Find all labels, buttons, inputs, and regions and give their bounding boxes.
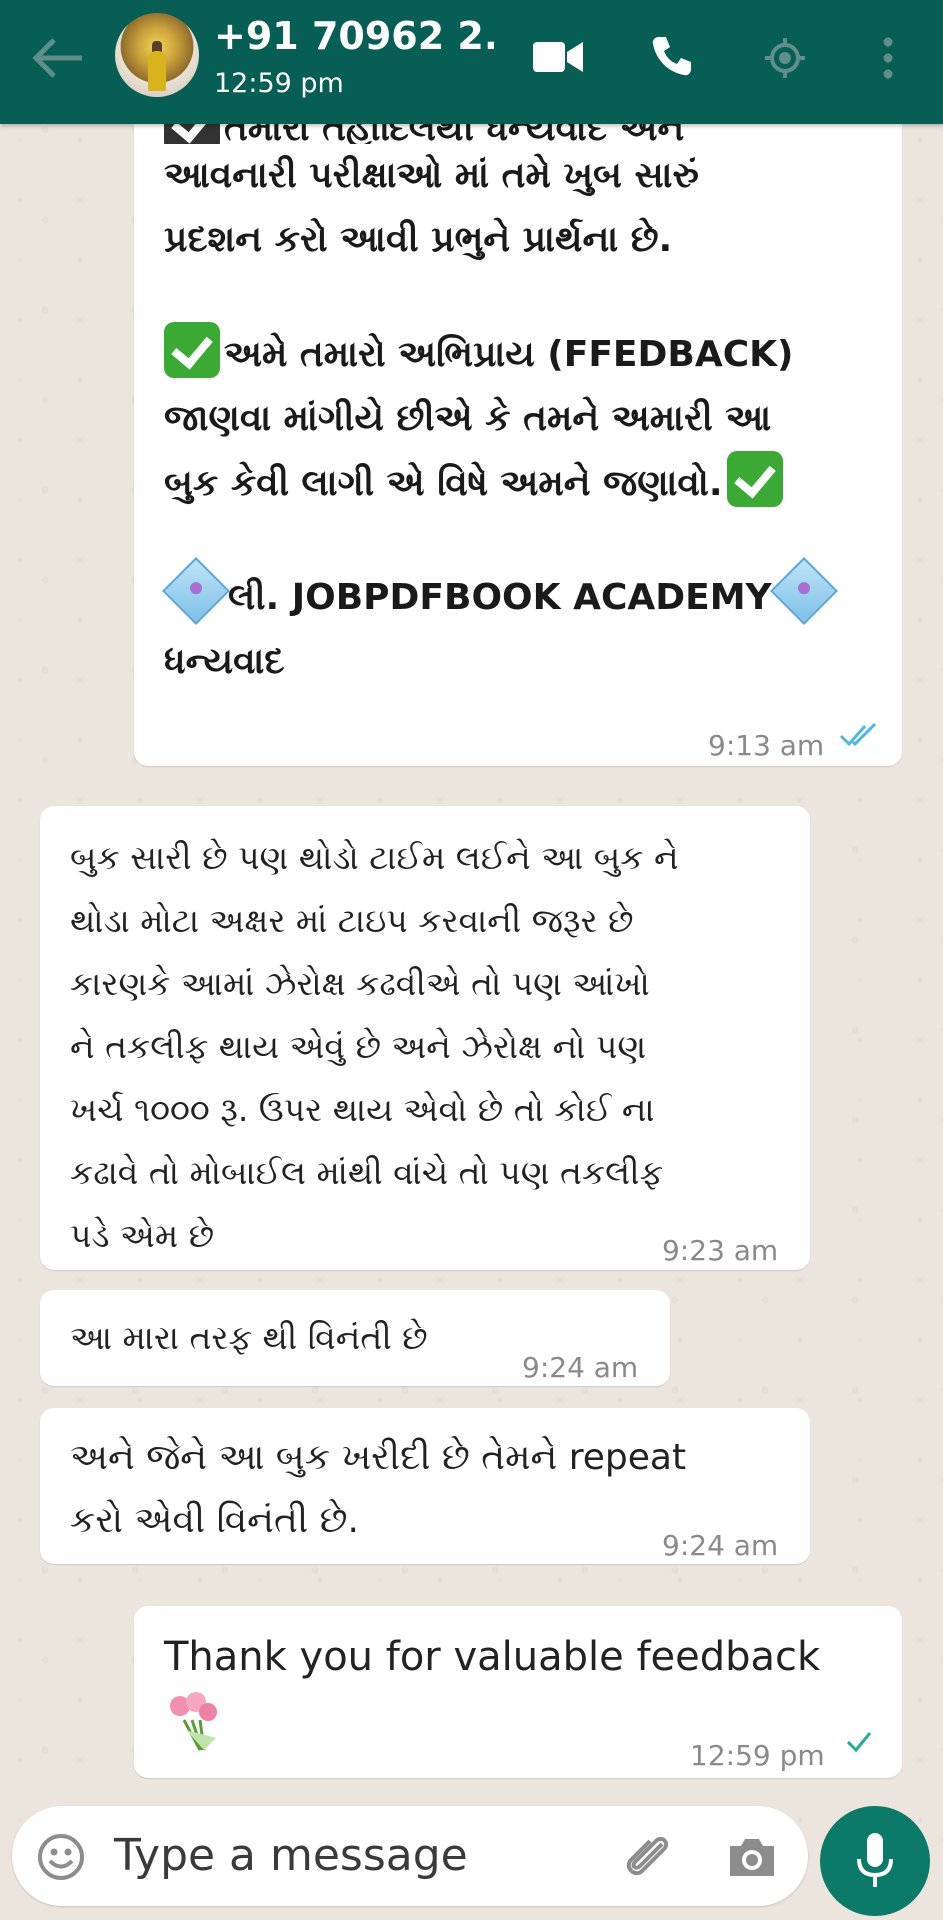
voice-call-icon[interactable] [650,34,694,78]
message-line: અમે તમારો અભિપ્રાય (FFEDBACK) [224,334,794,375]
mic-icon [857,1833,893,1887]
message-bubble-outgoing[interactable]: તમારા તહોદિલથી ધન્યવાદ અને આવનારી પરીક્ષ… [134,90,902,766]
message-time: 12:59 pm [690,1739,825,1772]
diamond-icon [162,557,230,625]
message-time: 9:13 am [708,729,825,762]
bouquet-icon [170,1692,217,1751]
message-time: 9:23 am [662,1234,779,1267]
message-line: બુક કેવી લાગી એ વિષે અમને જણાવો. [164,463,723,504]
message-line: આવનારી પરીક્ષાઓ માં તમે ખુબ સારું [164,155,699,196]
message-text: આ મારા તરફ થી વિનંતી છે [70,1318,428,1357]
message-input[interactable]: Type a message [114,1830,468,1881]
message-line: ધન્યવાદ [164,641,285,682]
message-time: 9:24 am [522,1351,639,1384]
emoji-icon[interactable] [36,1832,86,1882]
message-line: પ્રદશન કરો આવી પ્રભુને પ્રાર્થના છે. [164,219,673,260]
message-input-bar[interactable]: Type a message [12,1806,808,1906]
video-call-icon[interactable] [533,40,583,74]
back-arrow-icon[interactable] [30,36,84,80]
diamond-icon [769,557,838,625]
location-icon[interactable] [763,36,807,80]
message-line: લી. JOBPDFBOOK ACADEMY [228,577,772,618]
chat-header: +91 70962 2... 12:59 pm [0,0,943,124]
message-time: 9:24 am [662,1529,779,1562]
camera-icon[interactable] [726,1836,778,1878]
message-line: જાણવા માંગીયે છીએ કે તમને અમારી આ [164,398,772,439]
read-receipt-icon [839,722,877,747]
message-bubble-incoming[interactable]: બુક સારી છે પણ થોડો ટાઈમ લઈને આ બુક ને થ… [40,806,810,1270]
mic-button[interactable] [820,1806,930,1916]
sent-tick-icon [846,1732,872,1753]
message-bubble-incoming[interactable]: અને જેને આ બુક ખરીદી છે તેમને repeat કરો… [40,1408,810,1564]
check-mark-icon [726,451,783,507]
message-text: બુક સારી છે પણ થોડો ટાઈમ લઈને આ બુક ને થ… [70,838,679,1255]
last-seen-status: 12:59 pm [214,68,344,99]
message-bubble-incoming[interactable]: આ મારા તરફ થી વિનંતી છે 9:24 am [40,1290,670,1386]
message-bubble-outgoing[interactable]: Thank you for valuable feedback 12:59 pm [134,1606,902,1778]
message-text: Thank you for valuable feedback [164,1634,821,1680]
more-options-icon[interactable] [882,36,894,80]
contact-name[interactable]: +91 70962 2... [214,14,494,58]
check-mark-icon [164,322,220,378]
attach-icon[interactable] [622,1830,676,1884]
avatar[interactable] [115,13,199,97]
